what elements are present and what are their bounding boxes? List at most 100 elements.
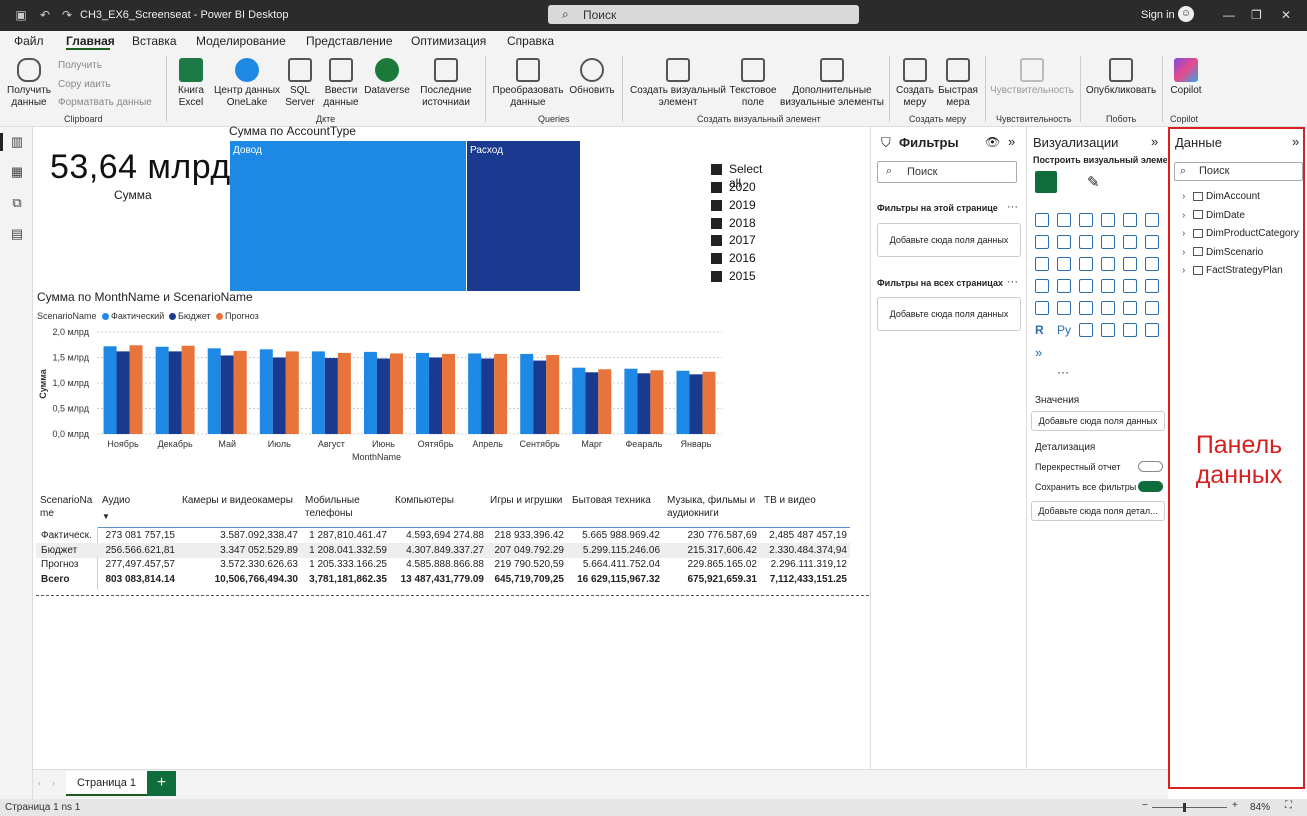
table-icon[interactable]	[1101, 301, 1115, 315]
matrix-row-header[interactable]: Прогноз	[41, 559, 79, 570]
page-tab-1[interactable]: Страница 1	[66, 771, 147, 796]
matrix-cell[interactable]: 803 083,814.14	[75, 574, 175, 585]
matrix-cell[interactable]: 3.347 052.529.89	[198, 545, 298, 556]
bar[interactable]	[442, 353, 456, 434]
model-view-icon[interactable]: ⧉	[10, 196, 24, 210]
multi-row-card-icon[interactable]	[1057, 301, 1071, 315]
minimize-icon[interactable]: —	[1223, 8, 1235, 22]
quick-measure-button[interactable]: Быстрая мера	[937, 58, 979, 109]
funnel-icon[interactable]	[1057, 257, 1071, 271]
matrix-icon[interactable]	[1123, 301, 1137, 315]
r-visual-icon[interactable]	[1145, 301, 1159, 315]
zoom-slider[interactable]	[1152, 807, 1227, 808]
data-table-item[interactable]: › FactStrategyPlan	[1182, 265, 1283, 276]
sql-server-button[interactable]: SQL Server	[283, 58, 317, 109]
matrix-cell[interactable]: 219 790.520,59	[464, 559, 564, 570]
matrix-header[interactable]: ТВ и видео	[764, 494, 816, 507]
bar[interactable]	[637, 373, 651, 434]
new-visual-button[interactable]: Создать визуальный элемент	[628, 58, 728, 109]
refresh-button[interactable]: Обновить	[568, 58, 616, 97]
matrix-row-header[interactable]: Бюджет	[41, 545, 77, 556]
expand-chevron-icon[interactable]: ›	[1182, 228, 1190, 239]
matrix-header[interactable]: Игры и игрушки	[490, 494, 562, 507]
sensitivity-button[interactable]: Чувствительность	[990, 58, 1074, 97]
zoom-slider-thumb[interactable]	[1183, 803, 1186, 812]
matrix-cell[interactable]: 230 776.587,69	[657, 530, 757, 541]
slicer-checkbox[interactable]	[711, 271, 722, 282]
data-table-item[interactable]: › DimProductCategory	[1182, 228, 1299, 239]
bar[interactable]	[520, 353, 534, 434]
menu-file[interactable]: Файл	[14, 34, 44, 48]
new-measure-button[interactable]: Создать меру	[894, 58, 936, 109]
treemap-tile-expense[interactable]: Расход	[467, 141, 580, 291]
redo-icon[interactable]: ↷	[60, 8, 74, 22]
drillthrough-dropzone[interactable]: Добавьте сюда поля детал...	[1031, 501, 1165, 521]
clustered-bar-icon[interactable]	[1057, 213, 1071, 227]
bar[interactable]	[363, 351, 377, 434]
decomposition-icon[interactable]	[1101, 323, 1115, 337]
card-icon[interactable]	[1035, 301, 1049, 315]
more-visuals-button[interactable]: Дополнительные визуальные элементы	[780, 58, 884, 109]
data-search-input[interactable]: ⌕ Поиск	[1174, 162, 1303, 181]
data-table-item[interactable]: › DimDate	[1182, 210, 1245, 221]
bar[interactable]	[311, 351, 325, 434]
more-icon[interactable]: ···	[1007, 201, 1018, 213]
bar[interactable]	[116, 351, 130, 434]
collapse-icon[interactable]: »	[1008, 134, 1015, 149]
bar[interactable]	[389, 353, 403, 434]
filled-map-icon[interactable]	[1057, 279, 1071, 293]
undo-icon[interactable]: ↶	[38, 8, 52, 22]
expand-chevron-icon[interactable]: ›	[1182, 265, 1190, 276]
more-visuals-icon[interactable]: ···	[1057, 365, 1069, 379]
dataverse-button[interactable]: Dataverse	[363, 58, 411, 97]
python-icon[interactable]: Py	[1057, 323, 1071, 337]
menu-insert[interactable]: Вставка	[132, 34, 177, 48]
avatar-icon[interactable]: ☺	[1178, 6, 1194, 22]
legend-item-actual[interactable]: Фактический	[102, 311, 164, 321]
matrix-cell[interactable]: 7,112,433,151.25	[747, 574, 847, 585]
stacked-column-icon[interactable]	[1079, 213, 1093, 227]
bar[interactable]	[324, 358, 338, 434]
matrix-cell[interactable]: 16 629,115,967.32	[560, 574, 660, 585]
data-table-item[interactable]: › DimScenario	[1182, 247, 1263, 258]
matrix-cell[interactable]: 3.587.092,338.47	[198, 530, 298, 541]
expand-chevron-icon[interactable]: ›	[1182, 247, 1190, 258]
matrix-cell[interactable]: 207 049.792.29	[464, 545, 564, 556]
bar[interactable]	[494, 353, 508, 434]
line-clustered-icon[interactable]	[1123, 235, 1137, 249]
matrix-header[interactable]: Музыка, фильмы и аудиокниги	[667, 494, 762, 520]
format-painter-button[interactable]: Форматвать данные	[58, 97, 152, 108]
menu-modeling[interactable]: Моделирование	[196, 34, 286, 48]
keep-filters-toggle[interactable]	[1138, 481, 1163, 492]
sign-in-link[interactable]: Sign in	[1141, 9, 1175, 21]
values-dropzone[interactable]: Добавьте сюда поля данных	[1031, 411, 1165, 431]
matrix-header[interactable]: Бытовая техника	[572, 494, 651, 507]
next-page-icon[interactable]: ›	[52, 778, 55, 788]
publish-button[interactable]: Опубкликовать	[1085, 58, 1157, 97]
format-visual-tab-icon[interactable]: ✎	[1087, 173, 1100, 191]
matrix-cell[interactable]: 215.317,606.42	[657, 545, 757, 556]
matrix-cell[interactable]: 2.296.111.319,12	[747, 559, 847, 570]
bar[interactable]	[598, 369, 612, 434]
matrix-cell[interactable]: 5.665 988.969.42	[560, 530, 660, 541]
cross-report-toggle[interactable]	[1138, 461, 1163, 472]
data-table-item[interactable]: › DimAccount	[1182, 191, 1260, 202]
slicer-icon[interactable]	[1079, 301, 1093, 315]
zoom-in-icon[interactable]: +	[1232, 800, 1238, 811]
filters-all-pages-dropzone[interactable]: Добавьте сюда поля данных	[877, 297, 1021, 331]
map-icon[interactable]	[1035, 279, 1049, 293]
bar[interactable]	[285, 351, 299, 434]
matrix-cell[interactable]: 5.299.115.246.06	[560, 545, 660, 556]
sort-desc-icon[interactable]: ▼	[102, 510, 110, 523]
gauge-icon[interactable]	[1145, 279, 1159, 293]
matrix-cell[interactable]: 218 933,396.42	[464, 530, 564, 541]
bar[interactable]	[272, 357, 286, 435]
matrix-cell[interactable]: 10,506,766,494.30	[198, 574, 298, 585]
pie-icon[interactable]	[1101, 257, 1115, 271]
matrix-cell[interactable]: 1 205.333.166.25	[287, 559, 387, 570]
bar[interactable]	[546, 354, 560, 434]
shape-map-icon[interactable]	[1101, 279, 1115, 293]
bar[interactable]	[181, 345, 195, 434]
prev-page-icon[interactable]: ‹	[38, 778, 41, 788]
slicer-checkbox[interactable]	[711, 164, 722, 175]
